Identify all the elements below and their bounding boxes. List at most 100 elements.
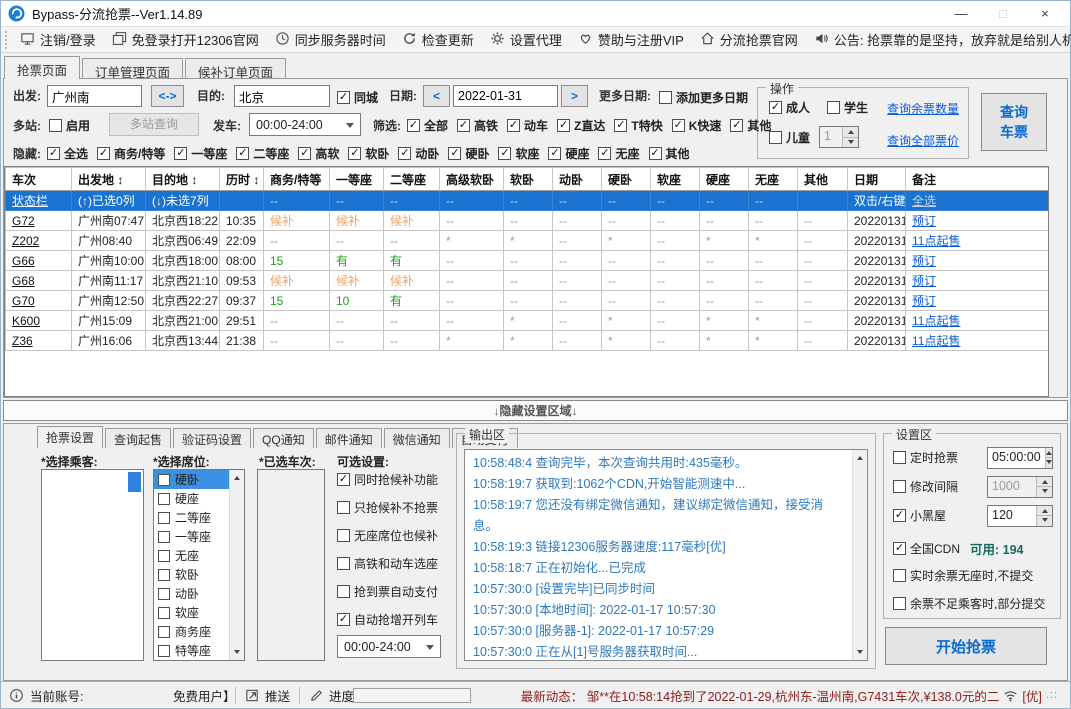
seat-option-无座[interactable]: 无座: [154, 546, 229, 565]
resize-grip[interactable]: .::: [1046, 689, 1058, 701]
hide-高软[interactable]: ✓ 高软: [298, 145, 339, 162]
hide-全选[interactable]: ✓ 全选: [47, 145, 88, 162]
status-row[interactable]: 状态栏 (↑)已选0列 (↓)未选7列 -- -- -- -- -- -- -- -- -- -- 双击/…: [5, 190, 1048, 211]
train-cell[interactable]: Z202: [5, 230, 72, 251]
multi-query-button[interactable]: 多站查询: [109, 113, 199, 136]
note-link[interactable]: 预订: [912, 214, 936, 228]
train-number-link[interactable]: Z202: [12, 234, 39, 248]
query-remaining-link[interactable]: 查询余票数量: [887, 100, 959, 117]
option-同时抢候补功能[interactable]: ✓ 同时抢候补功能: [337, 471, 438, 488]
setting-spinner-定时抢票[interactable]: 05:00:00: [987, 446, 1053, 469]
toolbar-item-heart[interactable]: 赞助与注册VIP: [570, 28, 692, 52]
seat-option-动卧[interactable]: 动卧: [154, 584, 229, 603]
table-row[interactable]: Z202 广州08:40 北京西06:49 22:09 -- -- -- * * -- * -- * * -…: [5, 230, 1048, 251]
depart-time-select[interactable]: 00:00-24:00: [249, 113, 361, 136]
spin-down-icon[interactable]: [843, 137, 858, 147]
option-抢到票自动支付[interactable]: 抢到票自动支付: [337, 583, 438, 600]
train-number-link[interactable]: K600: [12, 314, 40, 328]
setting-checkbox-余票不足乘客时,部分提交[interactable]: 余票不足乘客时,部分提交: [893, 595, 1045, 612]
toolbar-item-refresh[interactable]: 检查更新: [394, 28, 482, 52]
seat-option-硬卧[interactable]: 硬卧: [154, 470, 229, 489]
option-自动抢增开列车[interactable]: ✓ 自动抢增开列车: [337, 611, 438, 628]
note-cell[interactable]: 11点起售: [905, 230, 1048, 251]
hide-其他[interactable]: ✓ 其他: [648, 145, 690, 162]
filter-K快速[interactable]: ✓ K快速: [671, 117, 721, 134]
page-tab-2[interactable]: 订单管理页面: [82, 58, 184, 80]
note-cell[interactable]: 预订: [905, 210, 1048, 231]
hide-一等座[interactable]: ✓ 一等座: [174, 145, 227, 162]
train-number-link[interactable]: 状态栏: [12, 194, 48, 208]
adult-checkbox[interactable]: ✓ 成人: [769, 99, 810, 116]
filter-高铁[interactable]: ✓ 高铁: [457, 117, 498, 134]
train-number-link[interactable]: G66: [12, 254, 35, 268]
setting-checkbox-小黑屋[interactable]: ✓ 小黑屋: [893, 507, 946, 524]
settings-tab-4[interactable]: QQ通知: [253, 428, 314, 448]
to-input[interactable]: [234, 85, 330, 107]
option-高铁和动车选座[interactable]: 高铁和动车选座: [337, 555, 438, 572]
push-button[interactable]: 推送: [245, 686, 290, 705]
column-header[interactable]: 动卧: [552, 167, 602, 191]
setting-spinner-修改间隔[interactable]: 1000: [987, 475, 1053, 498]
table-row[interactable]: G72 广州南07:47 北京西18:22 10:35 候补 候补 候补 -- -- -- -- --…: [5, 210, 1048, 231]
hide-硬卧[interactable]: ✓ 硬卧: [448, 145, 489, 162]
toolbar-item-logout[interactable]: 注销/登录: [12, 28, 104, 52]
query-prices-link[interactable]: 查询全部票价: [887, 132, 959, 149]
note-cell[interactable]: 11点起售: [905, 330, 1048, 351]
spin-up-icon[interactable]: [843, 127, 858, 138]
grab-time-range-select[interactable]: 00:00-24:00: [337, 635, 441, 658]
seat-option-特等座[interactable]: 特等座: [154, 641, 229, 660]
setting-checkbox-cdn[interactable]: ✓ 全国CDN: [893, 540, 960, 557]
seat-option-硬座[interactable]: 硬座: [154, 489, 229, 508]
toolbar-item-home[interactable]: 分流抢票官网: [692, 28, 806, 52]
page-tab-3[interactable]: 候补订单页面: [185, 58, 287, 80]
train-cell[interactable]: G72: [5, 210, 72, 231]
selected-trains-list[interactable]: [257, 469, 325, 661]
scroll-up-icon[interactable]: [857, 453, 863, 460]
seat-option-软卧[interactable]: 软卧: [154, 565, 229, 584]
column-header[interactable]: 二等座: [383, 167, 440, 191]
note-link[interactable]: 11点起售: [912, 234, 960, 248]
note-cell[interactable]: 预订: [905, 270, 1048, 291]
column-header[interactable]: 硬座: [699, 167, 749, 191]
train-cell[interactable]: G70: [5, 290, 72, 311]
filter-其他[interactable]: ✓ 其他: [730, 117, 771, 134]
column-header[interactable]: 备注: [905, 167, 1048, 191]
setting-checkbox-实时余票无座时,不提交[interactable]: 实时余票无座时,不提交: [893, 567, 1033, 584]
seat-option-一等座[interactable]: 一等座: [154, 527, 229, 546]
note-cell[interactable]: 预订: [905, 250, 1048, 271]
note-link[interactable]: 全选: [912, 194, 936, 208]
note-cell[interactable]: 11点起售: [905, 310, 1048, 331]
column-header[interactable]: 历时 ↕: [219, 167, 264, 191]
settings-tab-6[interactable]: 微信通知: [383, 428, 450, 448]
settings-tab-2[interactable]: 查询起售: [105, 428, 172, 448]
column-header[interactable]: 其他: [797, 167, 848, 191]
output-scrollbar[interactable]: [852, 450, 867, 660]
note-link[interactable]: 预订: [912, 294, 936, 308]
child-count-spinner[interactable]: 1: [819, 126, 859, 148]
hide-无座[interactable]: ✓ 无座: [598, 145, 640, 162]
date-next-button[interactable]: >: [561, 85, 588, 107]
add-more-dates-checkbox[interactable]: 添加更多日期: [659, 89, 748, 106]
scroll-up-icon[interactable]: [234, 473, 240, 480]
child-checkbox[interactable]: 儿童: [769, 129, 810, 146]
hide-商务/特等[interactable]: ✓ 商务/特等: [97, 145, 165, 162]
column-header[interactable]: 日期: [847, 167, 906, 191]
column-header[interactable]: 硬卧: [601, 167, 651, 191]
same-city-checkbox[interactable]: ✓ 同城: [337, 89, 378, 106]
passenger-list[interactable]: [41, 469, 144, 661]
column-header[interactable]: 软卧: [503, 167, 553, 191]
column-header[interactable]: 软座: [650, 167, 700, 191]
setting-spinner-小黑屋[interactable]: 120: [987, 504, 1053, 527]
train-cell[interactable]: Z36: [5, 330, 72, 351]
note-cell[interactable]: 全选: [905, 190, 1048, 211]
column-header[interactable]: 商务/特等: [263, 167, 330, 191]
hide-软卧[interactable]: ✓ 软卧: [348, 145, 389, 162]
spin-up-icon[interactable]: [1037, 476, 1052, 487]
column-header[interactable]: 目的地 ↕: [145, 167, 220, 191]
start-grab-button[interactable]: 开始抢票: [885, 627, 1047, 665]
filter-Z直达[interactable]: ✓ Z直达: [557, 117, 605, 134]
setting-checkbox-修改间隔[interactable]: 修改间隔: [893, 478, 958, 495]
date-input[interactable]: [453, 85, 558, 107]
setting-checkbox-定时抢票[interactable]: 定时抢票: [893, 449, 958, 466]
train-number-link[interactable]: Z36: [12, 334, 33, 348]
